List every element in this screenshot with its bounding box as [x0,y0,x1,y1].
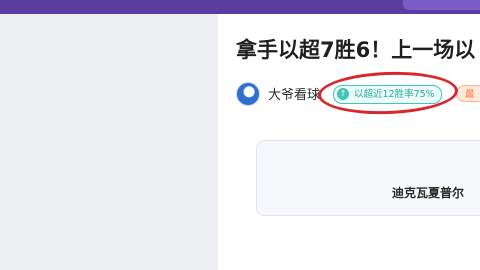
match-info-box [256,140,480,216]
author-name[interactable]: 大爷看球 [268,84,320,103]
team-name: 迪克瓦夏普尔 [392,186,465,200]
top-header-bar [0,0,480,14]
article-title: 拿手以超7胜6！上一场以 [236,38,476,62]
header-tab[interactable] [403,0,480,10]
left-gutter [0,14,218,270]
author-avatar[interactable] [236,82,260,106]
orange-badge[interactable]: 最 [456,85,480,102]
